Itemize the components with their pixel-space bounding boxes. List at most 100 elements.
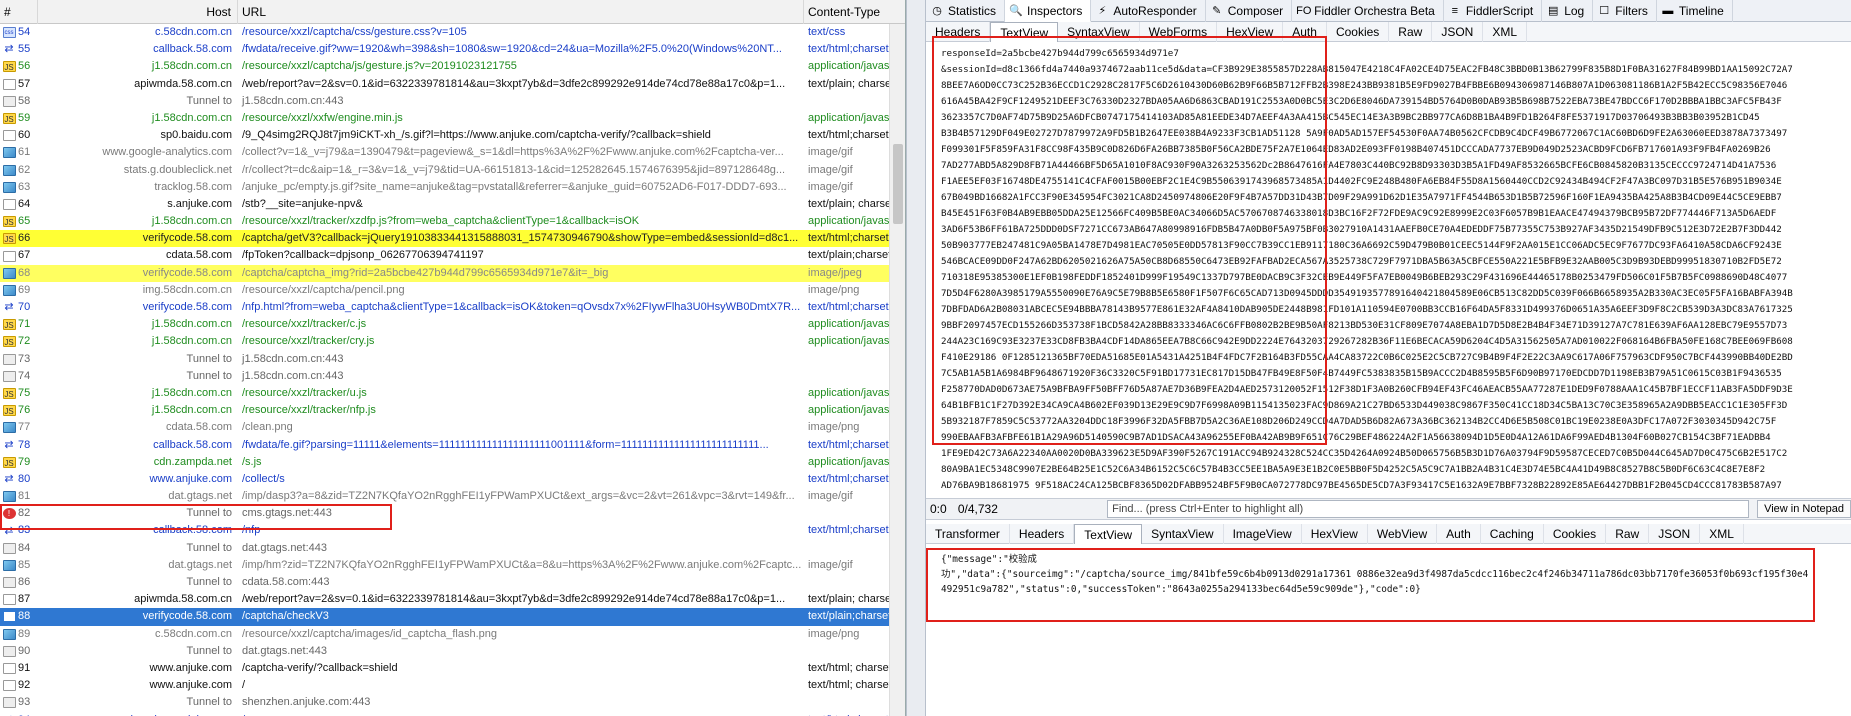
response-tab-textview[interactable]: TextView bbox=[1074, 524, 1143, 544]
col-header-content-type[interactable]: Content-Type bbox=[804, 0, 905, 24]
session-row[interactable]: 58 Tunnel to j1.58cdn.com.cn:443 bbox=[0, 93, 905, 110]
session-row[interactable]: JS 56 j1.58cdn.com.cn/resource/xxzl/captch… bbox=[0, 58, 905, 75]
session-row[interactable]: 92 www.anjuke.com / text/html; charset. bbox=[0, 677, 905, 694]
response-tab-hexview[interactable]: HexView bbox=[1302, 524, 1368, 544]
session-row[interactable]: JS 76 j1.58cdn.com.cn/resource/xxzl/tracke… bbox=[0, 402, 905, 419]
tab-autoresponder[interactable]: ⚡ AutoResponder bbox=[1091, 0, 1206, 22]
session-row[interactable]: 69 img.58cdn.com.cn/resource/xxzl/captcha… bbox=[0, 282, 905, 299]
response-tab-headers[interactable]: Headers bbox=[1010, 524, 1075, 544]
session-row[interactable]: JS 66 verifycode.58.com/captcha/getV3?call… bbox=[0, 230, 905, 248]
session-number: 81 bbox=[18, 490, 31, 503]
tab-filters[interactable]: ☐ Filters bbox=[1593, 0, 1657, 22]
request-tab-syntaxview[interactable]: SyntaxView bbox=[1058, 22, 1140, 42]
session-row[interactable]: 57 apiwmda.58.com.cn/web/report?av=2&sv=0… bbox=[0, 76, 905, 93]
response-tab-webview[interactable]: WebView bbox=[1368, 524, 1438, 544]
session-row[interactable]: 74 Tunnel to j1.58cdn.com.cn:443 bbox=[0, 368, 905, 385]
response-tab-json[interactable]: JSON bbox=[1649, 524, 1701, 544]
response-line: {"message":"校验成 bbox=[941, 554, 1037, 565]
session-row[interactable]: 89 c.58cdn.com.cn/resource/xxzl/captcha/i… bbox=[0, 626, 905, 643]
session-list-scrollbar[interactable] bbox=[889, 24, 905, 716]
response-tab-imageview[interactable]: ImageView bbox=[1224, 524, 1302, 544]
session-row[interactable]: 60 sp0.baidu.com/9_Q4simg2RQJ8t7jm9iCKT-x… bbox=[0, 127, 905, 144]
session-row[interactable]: 62 stats.g.doubleclick.net/r/collect?t=dc… bbox=[0, 162, 905, 179]
request-tab-raw[interactable]: Raw bbox=[1389, 22, 1433, 42]
tab-fiddler-orchestra-beta[interactable]: FO Fiddler Orchestra Beta bbox=[1292, 0, 1444, 22]
session-row[interactable]: 87 apiwmda.58.com.cn/web/report?av=2&sv=0… bbox=[0, 591, 905, 608]
request-tab-webforms[interactable]: WebForms bbox=[1140, 22, 1218, 42]
session-row[interactable]: JS 72 j1.58cdn.com.cn/resource/xxzl/tracke… bbox=[0, 333, 905, 350]
request-status-bar: 0:0 0/4,732 Find... (press Ctrl+Enter to… bbox=[926, 498, 1851, 520]
session-row[interactable]: 68 verifycode.58.com/captcha/captcha_img?… bbox=[0, 264, 905, 282]
response-tab-syntaxview[interactable]: SyntaxView bbox=[1142, 524, 1224, 544]
view-in-notepad-button[interactable]: View in Notepad bbox=[1757, 500, 1851, 518]
session-icon-cell: JS bbox=[0, 454, 18, 471]
response-body-text[interactable]: {"message":"校验成 功","data":{"sourceimg":"/… bbox=[932, 548, 1847, 628]
session-row[interactable]: ⇄ 83 callback.58.com/nfp text/html;charset= bbox=[0, 522, 905, 539]
session-url: /clean.png bbox=[242, 421, 293, 434]
session-row[interactable]: 84 Tunnel to dat.gtags.net:443 bbox=[0, 540, 905, 557]
session-row[interactable]: 61 www.google-analytics.com/collect?v=1&_… bbox=[0, 144, 905, 161]
session-row[interactable]: 81 dat.gtags.net/imp/dasp3?a=8&zid=TZ2N7K… bbox=[0, 488, 905, 505]
session-row[interactable]: 90 Tunnel to dat.gtags.net:443 bbox=[0, 643, 905, 660]
session-host: cdata.58.com bbox=[165, 421, 232, 434]
session-row[interactable]: ⇄ 80 www.anjuke.com/collect/s text/html;cha… bbox=[0, 471, 905, 488]
request-tab-textview[interactable]: TextView bbox=[990, 22, 1059, 42]
request-body-text[interactable]: responseId=2a5bcbe427b944d799c6565934d97… bbox=[932, 44, 1847, 494]
session-url: dat.gtags.net:443 bbox=[242, 644, 328, 657]
tab-timeline[interactable]: ▬ Timeline bbox=[1657, 0, 1733, 22]
session-number: 66 bbox=[18, 232, 31, 245]
request-tab-headers[interactable]: Headers bbox=[926, 22, 991, 42]
session-row[interactable]: ! 82 Tunnel to cms.gtags.net:443 bbox=[0, 505, 905, 522]
panel-splitter[interactable] bbox=[906, 0, 926, 716]
col-header-url[interactable]: URL bbox=[238, 0, 804, 24]
col-header-num[interactable]: # bbox=[0, 0, 38, 24]
session-row[interactable]: JS 59 j1.58cdn.com.cn/resource/xxzl/xxfw/e… bbox=[0, 110, 905, 127]
session-row[interactable]: ⇄ 55 callback.58.com/fwdata/receive.gif?ww… bbox=[0, 41, 905, 58]
request-tab-json[interactable]: JSON bbox=[1432, 22, 1484, 42]
session-row[interactable]: css 54 c.58cdn.com.cn/resource/xxzl/captch… bbox=[0, 24, 905, 41]
session-row[interactable]: 67 cdata.58.com/fpToken?callback=dpjsonp_… bbox=[0, 247, 905, 264]
session-row[interactable]: 64 s.anjuke.com/stb?__site=anjuke-npv& tex… bbox=[0, 196, 905, 213]
response-tab-auth[interactable]: Auth bbox=[1437, 524, 1481, 544]
session-icon-cell: JS bbox=[0, 213, 18, 230]
session-row[interactable]: 91 www.anjuke.com/captcha-verify/?callbac… bbox=[0, 660, 905, 677]
session-row[interactable]: 93 Tunnel to shenzhen.anjuke.com:443 bbox=[0, 694, 905, 711]
tab-composer[interactable]: ✎ Composer bbox=[1206, 0, 1293, 22]
session-row[interactable]: ⇄ 70 verifycode.58.com/nfp.html?from=weba_… bbox=[0, 299, 905, 316]
session-row[interactable]: 88 verifycode.58.com/captcha/checkV3 text/… bbox=[0, 608, 905, 626]
request-tab-auth[interactable]: Auth bbox=[1283, 22, 1327, 42]
find-input[interactable]: Find... (press Ctrl+Enter to highlight a… bbox=[1107, 500, 1750, 518]
session-row[interactable]: JS 65 j1.58cdn.com.cn/resource/xxzl/tracke… bbox=[0, 213, 905, 230]
script-icon: ≡ bbox=[1451, 5, 1459, 17]
col-header-host[interactable]: Host bbox=[38, 0, 238, 24]
session-row[interactable]: ⇄94shenzhen.anjuke.com/text/html;charset… bbox=[0, 712, 905, 716]
tab-inspectors[interactable]: 🔍 Inspectors bbox=[1005, 0, 1092, 22]
session-host: Tunnel to bbox=[186, 507, 232, 520]
scrollbar-thumb[interactable] bbox=[893, 144, 903, 224]
response-tab-caching[interactable]: Caching bbox=[1481, 524, 1544, 544]
session-rows: css 54 c.58cdn.com.cn/resource/xxzl/captch… bbox=[0, 24, 905, 716]
response-tab-cookies[interactable]: Cookies bbox=[1544, 524, 1607, 544]
response-tab-transformer[interactable]: Transformer bbox=[926, 524, 1010, 544]
tab-fiddlerscript[interactable]: ≡ FiddlerScript bbox=[1444, 0, 1543, 22]
response-tab-raw[interactable]: Raw bbox=[1606, 524, 1650, 544]
session-row[interactable]: 63 tracklog.58.com/anjuke_pc/empty.js.gif… bbox=[0, 179, 905, 196]
request-tab-cookies[interactable]: Cookies bbox=[1327, 22, 1390, 42]
request-tab-hexview[interactable]: HexView bbox=[1217, 22, 1284, 42]
tab-statistics[interactable]: ◷ Statistics bbox=[926, 0, 1006, 22]
document-icon bbox=[2, 611, 16, 623]
session-row[interactable]: JS 75 j1.58cdn.com.cn/resource/xxzl/tracke… bbox=[0, 385, 905, 402]
session-row[interactable]: JS 79 cdn.zampda.net/s.js application/javas… bbox=[0, 454, 905, 471]
session-icon-cell bbox=[0, 660, 18, 677]
session-number: 92 bbox=[18, 679, 31, 692]
session-row[interactable]: 77 cdata.58.com/clean.png image/png bbox=[0, 419, 905, 436]
request-line: 990EBAAFB3AFBFE61B1A29A96D5140590C9B7AD1… bbox=[941, 432, 1771, 443]
session-row[interactable]: 86 Tunnel to cdata.58.com:443 bbox=[0, 574, 905, 591]
session-row[interactable]: ⇄ 78 callback.58.com/fwdata/fe.gif?parsing… bbox=[0, 437, 905, 454]
tab-log[interactable]: ▤ Log bbox=[1542, 0, 1594, 22]
response-tab-xml[interactable]: XML bbox=[1700, 524, 1744, 544]
request-tab-xml[interactable]: XML bbox=[1483, 22, 1528, 42]
session-row[interactable]: 85 dat.gtags.net/imp/hm?zid=TZ2N7KQfaYO2n… bbox=[0, 557, 905, 574]
session-row[interactable]: 73 Tunnel to j1.58cdn.com.cn:443 bbox=[0, 351, 905, 368]
session-row[interactable]: JS 71 j1.58cdn.com.cn/resource/xxzl/tracke… bbox=[0, 316, 905, 333]
